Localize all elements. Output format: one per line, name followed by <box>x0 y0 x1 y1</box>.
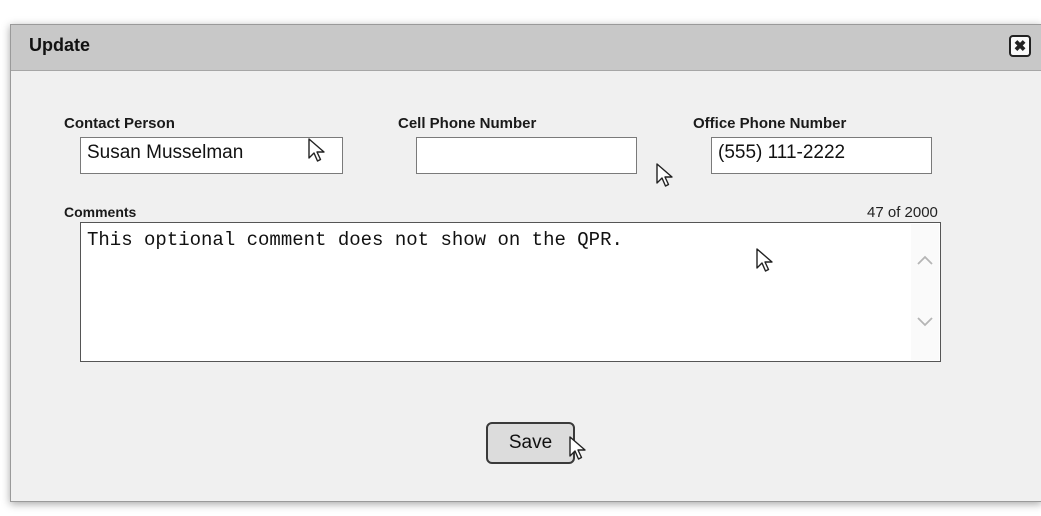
close-icon: ✖ <box>1013 38 1027 55</box>
office-phone-input[interactable]: (555) 111-2222 <box>711 137 932 174</box>
cell-phone-input[interactable] <box>416 137 637 174</box>
comments-label: Comments <box>64 204 137 220</box>
dialog-title: Update <box>29 35 91 55</box>
comments-textarea[interactable]: This optional comment does not show on t… <box>80 222 941 362</box>
comments-text: This optional comment does not show on t… <box>87 229 623 251</box>
mouse-pointer-icon <box>656 163 673 187</box>
close-button[interactable]: ✖ <box>1009 35 1031 57</box>
dialog-titlebar: Update ✖ <box>11 25 1041 71</box>
chevron-up-icon[interactable] <box>916 254 934 266</box>
mouse-pointer-icon <box>308 138 325 162</box>
contact-person-label: Contact Person <box>64 115 175 132</box>
cell-phone-label: Cell Phone Number <box>398 115 537 132</box>
comments-scrollbar[interactable] <box>911 224 939 360</box>
mouse-pointer-icon <box>569 436 586 460</box>
mouse-pointer-icon <box>756 248 773 272</box>
office-phone-label: Office Phone Number <box>693 115 847 132</box>
chevron-down-icon[interactable] <box>916 316 934 328</box>
contact-person-input[interactable]: Susan Musselman <box>80 137 343 174</box>
save-button[interactable]: Save <box>486 422 575 464</box>
comments-counter: 47 of 2000 <box>867 204 938 221</box>
